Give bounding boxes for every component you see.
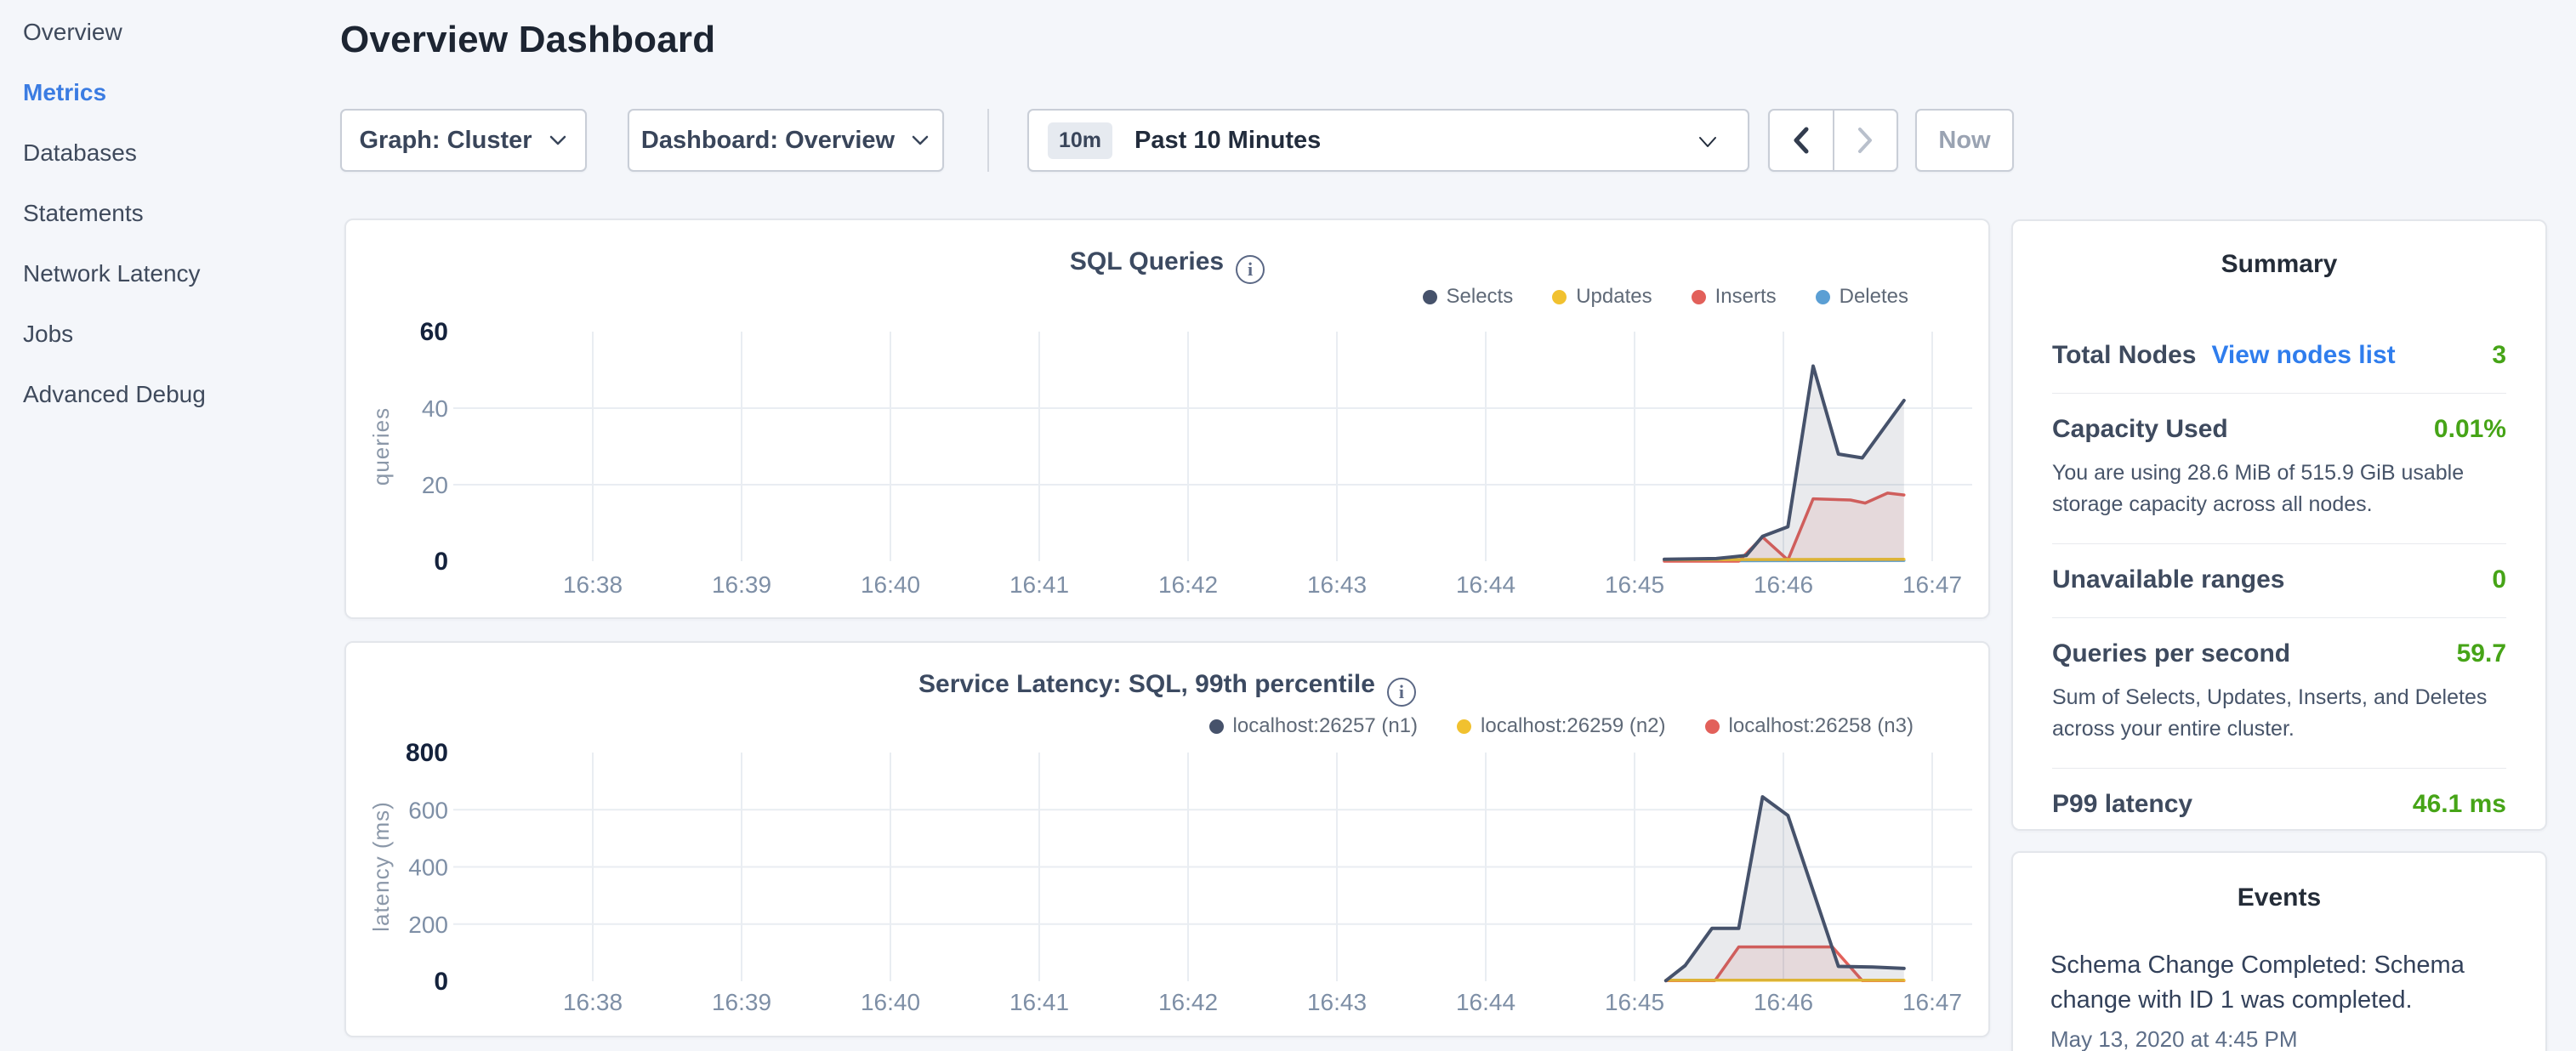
- x-axis-tick-label: 16:47: [1902, 989, 1962, 1015]
- y-axis-tick-label: 400: [408, 855, 448, 881]
- x-axis-tick-label: 16:45: [1605, 989, 1664, 1015]
- events-panel: Events Schema Change Completed: Schema c…: [2011, 851, 2547, 1051]
- summary-row-capacity-used: Capacity Used 0.01% You are using 28.6 MiB…: [2052, 393, 2506, 543]
- summary-row-p99-latency: P99 latency 46.1 ms: [2052, 768, 2506, 842]
- summary-row-label: Queries per second: [2052, 639, 2290, 668]
- y-axis-tick-label: 0: [434, 968, 448, 996]
- event-timestamp: May 13, 2020 at 4:45 PM: [2050, 1026, 2508, 1051]
- x-axis-tick-label: 16:43: [1307, 989, 1367, 1015]
- summary-row-description: You are using 28.6 MiB of 515.9 GiB usab…: [2052, 457, 2506, 520]
- y-axis-tick-label: 60: [420, 318, 448, 346]
- x-axis-tick-label: 16:44: [1456, 571, 1515, 598]
- service-latency-chart: 0 200 400 600 800 16:38 16:39 16:40 16:41 16:42 16…: [346, 643, 1992, 1039]
- service-latency-chart-card: Service Latency: SQL, 99th percentilei l…: [344, 641, 1990, 1037]
- summary-rows: Total Nodes View nodes list 3 Capacity Used…: [2052, 320, 2506, 842]
- x-axis-tick-label: 16:43: [1307, 571, 1367, 598]
- x-axis-tick-label: 16:46: [1754, 571, 1813, 598]
- dashboard-dropdown-label: Dashboard: Overview: [641, 127, 895, 155]
- x-axis-tick-label: 16:46: [1754, 989, 1813, 1015]
- sidebar-item-network-latency[interactable]: Network Latency: [23, 260, 201, 287]
- x-axis-tick-label: 16:38: [563, 989, 623, 1015]
- chevron-down-icon: [910, 134, 930, 147]
- chevron-left-icon: [1790, 125, 1812, 156]
- now-button-label: Now: [1938, 127, 1990, 155]
- x-axis-tick-label: 16:42: [1158, 989, 1218, 1015]
- y-axis-label: latency (ms): [368, 801, 394, 932]
- events-title: Events: [2050, 883, 2508, 912]
- summary-row-unavailable-ranges: Unavailable ranges 0: [2052, 543, 2506, 617]
- view-nodes-list-link[interactable]: View nodes list: [2211, 341, 2395, 370]
- summary-row-queries-per-second: Queries per second 59.7 Sum of Selects, Up…: [2052, 617, 2506, 768]
- series-area: [1666, 797, 1904, 981]
- y-axis-tick-label: 40: [422, 395, 448, 422]
- sidebar-item-databases[interactable]: Databases: [23, 139, 137, 167]
- chevron-down-icon: [548, 134, 568, 147]
- sidebar: Overview Metrics Databases Statements Networ…: [0, 0, 340, 1051]
- x-axis-tick-label: 16:38: [563, 571, 623, 598]
- x-axis-tick-label: 16:45: [1605, 571, 1664, 598]
- summary-row-description: Sum of Selects, Updates, Inserts, and De…: [2052, 682, 2506, 745]
- y-axis-tick-label: 600: [408, 797, 448, 823]
- summary-row-label: P99 latency: [2052, 790, 2192, 819]
- summary-row-value: 0.01%: [2434, 415, 2506, 444]
- summary-row-value: 3: [2492, 341, 2506, 370]
- time-range-step-group: [1768, 109, 1898, 172]
- sidebar-item-advanced-debug[interactable]: Advanced Debug: [23, 381, 206, 408]
- x-axis-tick-label: 16:41: [1009, 989, 1069, 1015]
- controls-divider: [987, 109, 989, 172]
- event-text: Schema Change Completed: Schema change w…: [2050, 948, 2508, 1018]
- chevron-right-icon: [1854, 125, 1876, 156]
- summary-row-value: 46.1 ms: [2413, 790, 2506, 819]
- sql-queries-chart-card: SQL Queriesi SelectsUpdatesInsertsDelete…: [344, 219, 1990, 619]
- x-axis-tick-label: 16:39: [712, 989, 771, 1015]
- time-range-next-button[interactable]: [1834, 111, 1897, 170]
- time-range-prev-button[interactable]: [1770, 111, 1834, 170]
- page-title: Overview Dashboard: [340, 19, 715, 61]
- controls-bar: Graph: Cluster Dashboard: Overview 10m P…: [340, 109, 2014, 172]
- sidebar-item-statements[interactable]: Statements: [23, 200, 144, 227]
- summary-row-label: Total Nodes: [2052, 341, 2196, 370]
- dashboard-dropdown[interactable]: Dashboard: Overview: [628, 109, 944, 172]
- y-axis-tick-label: 800: [406, 739, 448, 767]
- sidebar-item-jobs[interactable]: Jobs: [23, 321, 73, 348]
- x-axis-tick-label: 16:41: [1009, 571, 1069, 598]
- x-axis-tick-label: 16:42: [1158, 571, 1218, 598]
- chevron-down-icon: [1697, 134, 1719, 154]
- y-axis-label: queries: [368, 407, 394, 486]
- summary-row-total-nodes: Total Nodes View nodes list 3: [2052, 320, 2506, 393]
- x-axis-tick-label: 16:47: [1902, 571, 1962, 598]
- y-axis-tick-label: 0: [434, 548, 448, 576]
- sidebar-item-metrics[interactable]: Metrics: [23, 79, 106, 106]
- summary-panel: Summary Total Nodes View nodes list 3 Capac…: [2011, 219, 2547, 831]
- summary-title: Summary: [2052, 250, 2506, 279]
- summary-row-value: 0: [2492, 565, 2506, 594]
- graph-dropdown-label: Graph: Cluster: [359, 127, 532, 155]
- y-axis-tick-label: 200: [408, 912, 448, 938]
- summary-row-label: Capacity Used: [2052, 415, 2228, 444]
- x-axis-tick-label: 16:40: [861, 571, 920, 598]
- time-range-select[interactable]: 10m Past 10 Minutes: [1027, 109, 1749, 172]
- events-list: Schema Change Completed: Schema change w…: [2050, 948, 2508, 1051]
- sql-queries-chart: 0 20 40 60 16:38 16:39 16:40 16:41 16:42 16:43 16:…: [346, 220, 1992, 621]
- y-axis-tick-label: 20: [422, 472, 448, 498]
- time-range-label: Past 10 Minutes: [1134, 127, 1321, 155]
- x-axis-tick-label: 16:40: [861, 989, 920, 1015]
- graph-dropdown[interactable]: Graph: Cluster: [340, 109, 587, 172]
- x-axis-tick-label: 16:39: [712, 571, 771, 598]
- x-axis-tick-label: 16:44: [1456, 989, 1515, 1015]
- time-range-badge: 10m: [1048, 122, 1112, 159]
- summary-row-value: 59.7: [2457, 639, 2506, 668]
- summary-row-label: Unavailable ranges: [2052, 565, 2284, 594]
- sidebar-item-overview[interactable]: Overview: [23, 19, 122, 46]
- now-button[interactable]: Now: [1915, 109, 2014, 172]
